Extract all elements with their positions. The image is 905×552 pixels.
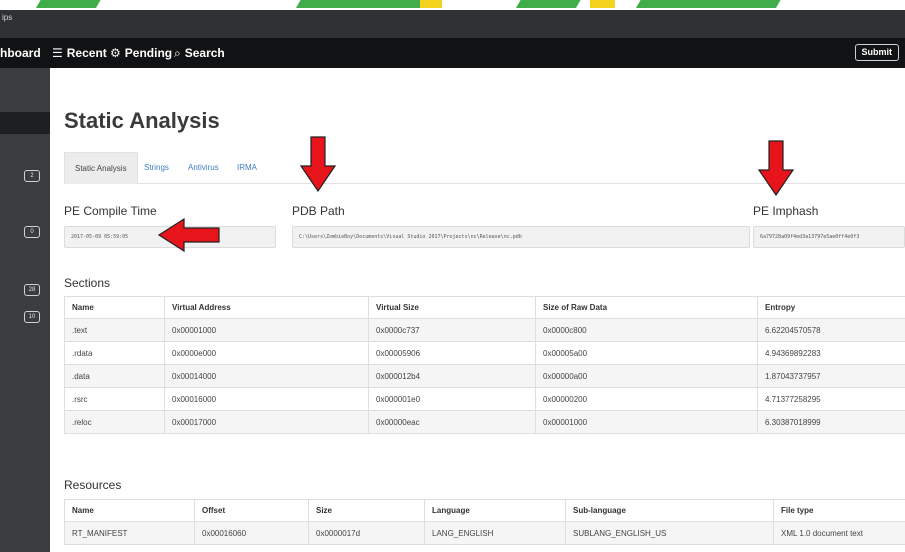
nav-dashboard[interactable]: hboard bbox=[0, 46, 41, 60]
tab-static-analysis[interactable]: Static Analysis bbox=[64, 152, 138, 184]
annotation-arrow-down-icon bbox=[300, 136, 336, 192]
table-cell: 0x00000a00 bbox=[535, 364, 758, 388]
table-cell: 6.62204570578 bbox=[757, 318, 905, 342]
table-cell: 0x00016000 bbox=[164, 387, 369, 411]
table-row: .rsrc 0x00016000 0x000001e0 0x00000200 4… bbox=[64, 387, 905, 411]
nav-recent-label: Recent bbox=[66, 46, 107, 60]
watermark-shape bbox=[295, 0, 435, 8]
search-icon: ⌕ bbox=[174, 46, 181, 60]
column-header: Virtual Size bbox=[368, 296, 536, 319]
imphash-field[interactable]: 6a79728a09f4ed3a13797e5ae0ff4e0f3 bbox=[753, 226, 905, 248]
column-header: Virtual Address bbox=[164, 296, 369, 319]
table-cell: 0x000012b4 bbox=[368, 364, 536, 388]
resources-heading: Resources bbox=[64, 478, 122, 492]
table-cell: 0x0000e000 bbox=[164, 341, 369, 365]
tab-antivirus[interactable]: Antivirus bbox=[188, 152, 219, 184]
column-header: Name bbox=[64, 499, 195, 522]
table-cell: 1.87043737957 bbox=[757, 364, 905, 388]
table-cell: LANG_ENGLISH bbox=[424, 521, 566, 545]
sections-table: Name Virtual Address Virtual Size Size o… bbox=[64, 296, 905, 434]
tab-strings[interactable]: Strings bbox=[144, 152, 169, 184]
nav-pending-label: Pending bbox=[124, 46, 173, 60]
nav-pending[interactable]: ⚙ Pending bbox=[110, 46, 172, 60]
table-cell: .data bbox=[64, 364, 165, 388]
watermark-shape bbox=[35, 0, 105, 8]
sidebar-active-item[interactable] bbox=[0, 112, 50, 134]
table-cell: .reloc bbox=[64, 410, 165, 434]
submit-button[interactable]: Submit bbox=[854, 44, 899, 61]
table-cell: 0x00017000 bbox=[164, 410, 369, 434]
table-cell: 0x0000c800 bbox=[535, 318, 758, 342]
table-cell: 6.30387018999 bbox=[757, 410, 905, 434]
sidebar-badge[interactable]: 2 bbox=[24, 170, 40, 182]
table-row: .text 0x00001000 0x0000c737 0x0000c800 6… bbox=[64, 318, 905, 342]
table-row: .reloc 0x00017000 0x00000eac 0x00001000 … bbox=[64, 410, 905, 434]
annotation-arrow-down-icon bbox=[758, 140, 794, 196]
table-cell: .rdata bbox=[64, 341, 165, 365]
pdb-path-field[interactable]: C:\Users\ZombieBoy\Documents\Visual Stud… bbox=[292, 226, 750, 248]
table-cell: .rsrc bbox=[64, 387, 165, 411]
annotation-arrow-left-icon bbox=[158, 218, 220, 252]
table-cell: 4.94369892283 bbox=[757, 341, 905, 365]
table-cell: RT_MANIFEST bbox=[64, 521, 195, 545]
pdb-path-label: PDB Path bbox=[292, 204, 345, 218]
sidebar-badge[interactable]: 10 bbox=[24, 311, 40, 323]
window-title: ips bbox=[2, 13, 13, 22]
sidebar-badge[interactable]: 28 bbox=[24, 284, 40, 296]
list-icon: ☰ bbox=[52, 46, 63, 60]
column-header: File type bbox=[773, 499, 905, 522]
table-header-row: Name Offset Size Language Sub-language F… bbox=[64, 499, 905, 522]
compile-time-label: PE Compile Time bbox=[64, 204, 157, 218]
column-header: Sub-language bbox=[565, 499, 774, 522]
table-cell: 0x00000200 bbox=[535, 387, 758, 411]
top-navbar: hboard ☰ Recent ⚙ Pending ⌕ Search Submit bbox=[0, 38, 905, 68]
watermark-shape bbox=[515, 0, 585, 8]
table-cell: 0x000001e0 bbox=[368, 387, 536, 411]
nav-search-label: Search bbox=[184, 46, 225, 60]
watermark-shape bbox=[590, 0, 615, 8]
table-header-row: Name Virtual Address Virtual Size Size o… bbox=[64, 296, 905, 319]
window-titlebar: ips bbox=[0, 10, 905, 38]
page-title: Static Analysis bbox=[64, 108, 220, 133]
table-row: .data 0x00014000 0x000012b4 0x00000a00 1… bbox=[64, 364, 905, 388]
column-header: Size of Raw Data bbox=[535, 296, 758, 319]
sidebar-badge[interactable]: 0 bbox=[24, 226, 40, 238]
column-header: Entropy bbox=[757, 296, 905, 319]
column-header: Offset bbox=[194, 499, 309, 522]
table-cell: 0x0000c737 bbox=[368, 318, 536, 342]
table-cell: 0x00014000 bbox=[164, 364, 369, 388]
table-cell: 0x00001000 bbox=[535, 410, 758, 434]
watermark-shape bbox=[420, 0, 442, 8]
sections-heading: Sections bbox=[64, 276, 111, 290]
table-cell: 0x00016060 bbox=[194, 521, 309, 545]
table-cell: .text bbox=[64, 318, 165, 342]
table-cell: 0x0000017d bbox=[308, 521, 425, 545]
sidebar: 2 0 28 10 bbox=[0, 68, 50, 552]
watermark-shape bbox=[635, 0, 785, 8]
table-cell: 0x00005a00 bbox=[535, 341, 758, 365]
table-cell: 4.71377258295 bbox=[757, 387, 905, 411]
table-cell: 0x00000eac bbox=[368, 410, 536, 434]
column-header: Size bbox=[308, 499, 425, 522]
nav-recent[interactable]: ☰ Recent bbox=[52, 46, 107, 60]
resources-table: Name Offset Size Language Sub-language F… bbox=[64, 499, 905, 545]
column-header: Name bbox=[64, 296, 165, 319]
table-cell: 0x00001000 bbox=[164, 318, 369, 342]
table-row: RT_MANIFEST 0x00016060 0x0000017d LANG_E… bbox=[64, 521, 905, 545]
table-cell: 0x00005906 bbox=[368, 341, 536, 365]
tab-irma[interactable]: IRMA bbox=[237, 152, 257, 184]
table-cell: SUBLANG_ENGLISH_US bbox=[565, 521, 774, 545]
watermark-band bbox=[0, 0, 905, 10]
column-header: Language bbox=[424, 499, 566, 522]
table-row: .rdata 0x0000e000 0x00005906 0x00005a00 … bbox=[64, 341, 905, 365]
table-cell: XML 1.0 document text bbox=[773, 521, 905, 545]
nav-search[interactable]: ⌕ Search bbox=[174, 46, 225, 61]
imphash-label: PE Imphash bbox=[753, 204, 819, 218]
cogs-icon: ⚙ bbox=[110, 46, 121, 60]
